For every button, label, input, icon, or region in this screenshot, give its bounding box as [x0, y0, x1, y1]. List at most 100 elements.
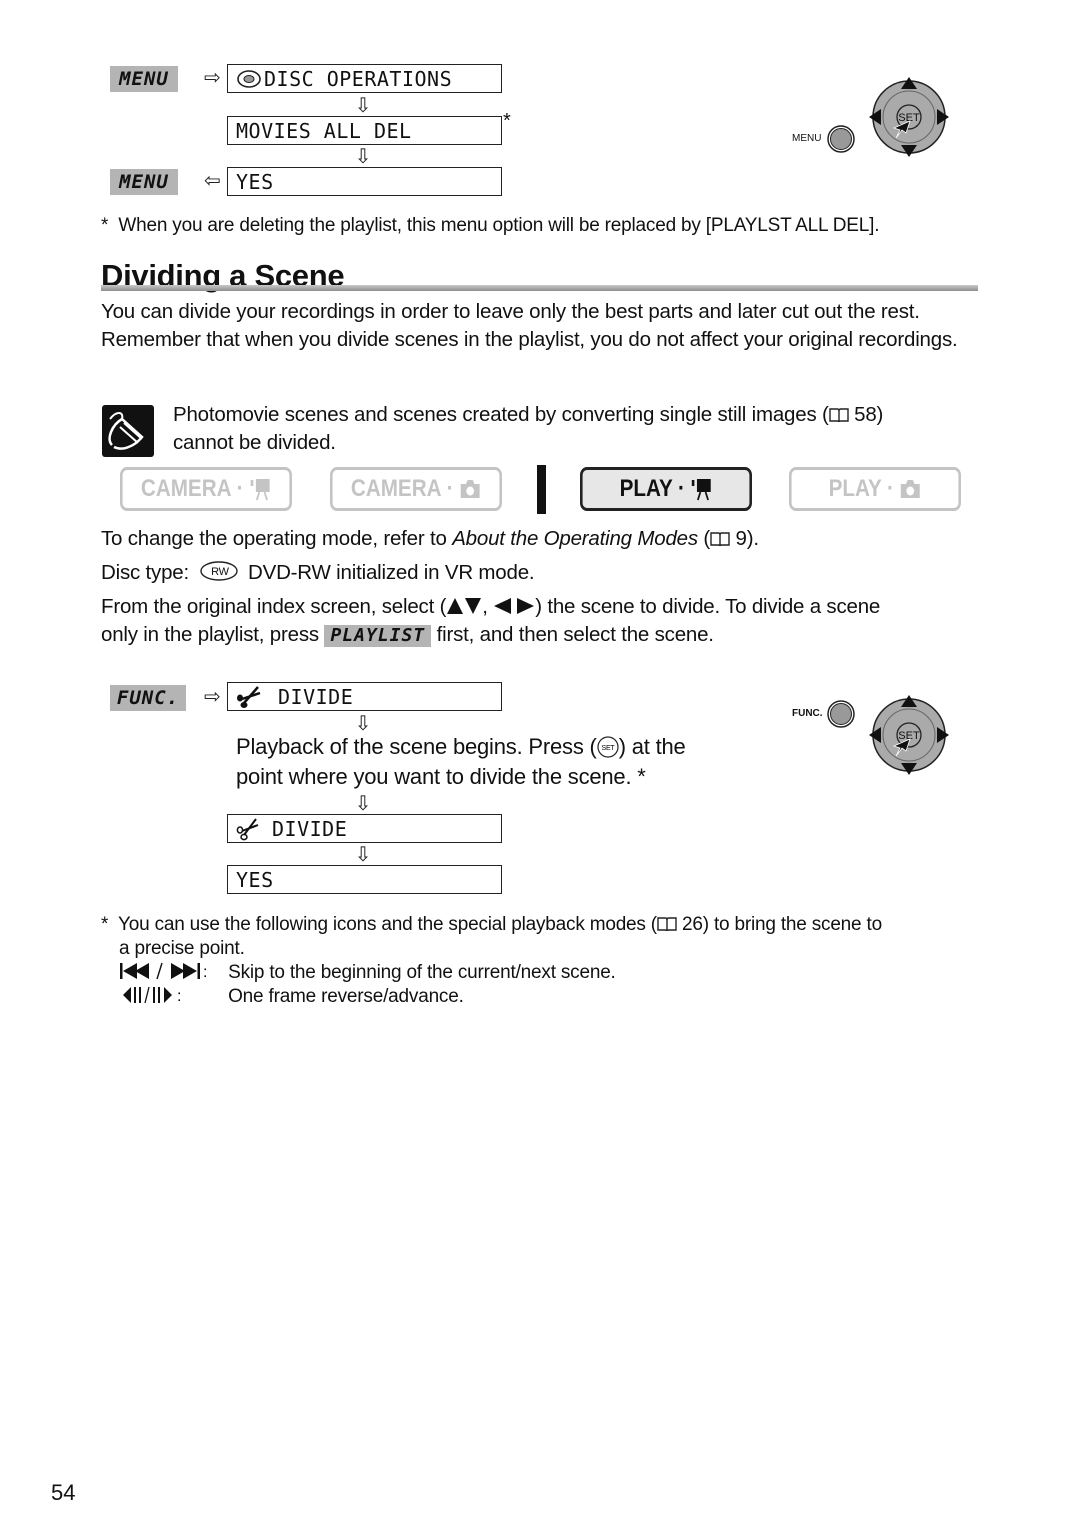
- movie-icon: [691, 479, 711, 501]
- text: (: [697, 527, 711, 550]
- skip-back-forward-icon: :: [120, 962, 207, 981]
- note-text: Photomovie scenes and scenes created by …: [173, 401, 983, 457]
- arrow-left-icon: ⇦: [204, 170, 221, 192]
- mode-play-movie: PLAY ·: [580, 467, 752, 511]
- footnote-mark: *: [101, 914, 109, 935]
- menu-button-label: MENU: [792, 133, 822, 144]
- book-icon: [710, 532, 730, 547]
- footnote-bottom: * You can use the following icons and th…: [101, 913, 991, 937]
- lcd-text: DISC OPERATIONS: [264, 66, 453, 91]
- lcd-text: DIVIDE: [272, 816, 348, 841]
- text: From the original index screen, select (: [101, 595, 447, 618]
- lcd-divide-2: DIVIDE: [227, 814, 502, 843]
- lcd-text: YES: [236, 867, 274, 892]
- text: ) at the: [618, 734, 686, 759]
- menu-button-icon: [827, 125, 855, 153]
- mode-label: PLAY: [828, 475, 882, 502]
- svg-text::: :: [203, 964, 207, 980]
- set-button-icon: SET: [597, 736, 619, 758]
- mode-separator: [537, 465, 546, 514]
- disc-type-line: Disc type: RW DVD-RW initialized in VR m…: [101, 559, 981, 587]
- text: first, and then select the scene.: [436, 623, 714, 646]
- footnote-mark: *: [101, 215, 109, 236]
- mode-label: CAMERA: [350, 475, 442, 502]
- footnote-top: * When you are deleting the playlist, th…: [101, 214, 991, 238]
- playlist-button: PLAYLIST: [324, 625, 432, 647]
- mode-label: CAMERA: [140, 475, 232, 502]
- scissors-icon: [236, 817, 259, 840]
- text: You can use the following icons and the …: [118, 914, 657, 935]
- footnote-item-frame: : One frame reverse/advance.: [119, 985, 979, 1009]
- lcd-text: YES: [236, 169, 274, 194]
- note-line1: Photomovie scenes and scenes created by …: [173, 403, 829, 426]
- text: ,: [482, 595, 488, 618]
- text: point where you want to divide the scene…: [236, 764, 646, 789]
- svg-text:RW: RW: [211, 566, 230, 578]
- page-number: 54: [51, 1480, 76, 1505]
- up-down-arrows-icon: [447, 598, 482, 614]
- book-icon: [657, 917, 677, 932]
- disc-type-value: DVD-RW initialized in VR mode.: [248, 561, 535, 584]
- svg-text::: :: [177, 988, 181, 1004]
- menu-tag: MENU: [110, 66, 178, 92]
- arrow-down-icon: ⇩: [354, 793, 372, 815]
- mode-label: PLAY: [619, 475, 673, 502]
- disc-type-label: Disc type:: [101, 561, 189, 584]
- arrow-right-icon: ⇨: [204, 67, 221, 89]
- left-right-arrows-icon: [494, 598, 535, 614]
- scissors-icon: [237, 685, 261, 708]
- func-control-diagram: FUNC. SET: [790, 694, 955, 776]
- arrow-down-icon: ⇩: [354, 713, 372, 735]
- note-page-ref: 58): [854, 403, 884, 426]
- arrow-down-icon: ⇩: [354, 844, 372, 866]
- lcd-text: MOVIES ALL DEL: [236, 118, 412, 143]
- camera-icon: [460, 480, 480, 498]
- lcd-disc-operations: DISC OPERATIONS: [227, 64, 502, 93]
- dvd-rw-disc-icon: RW: [199, 561, 238, 581]
- playback-instruction: Playback of the scene begins. Press ( SET…: [236, 732, 776, 792]
- section-intro: You can divide your recordings in order …: [101, 300, 958, 351]
- page-ref: 9).: [735, 527, 760, 550]
- func-button-label: FUNC.: [792, 708, 823, 719]
- func-tag: FUNC.: [110, 685, 186, 711]
- camera-icon: [900, 480, 920, 498]
- mode-camera-photo: CAMERA ·: [330, 467, 502, 511]
- lcd-yes-2: YES: [227, 865, 502, 894]
- asterisk-mark: *: [503, 110, 511, 132]
- footnote-text: When you are deleting the playlist, this…: [118, 215, 880, 236]
- footnote-bottom-line2: a precise point.: [119, 938, 245, 959]
- lcd-yes: YES: [227, 167, 502, 196]
- lcd-text: DIVIDE: [278, 684, 354, 709]
- mode-camera-movie: CAMERA ·: [120, 467, 292, 511]
- footnote-item-text: Skip to the beginning of the current/nex…: [228, 962, 616, 983]
- lcd-divide-1: DIVIDE: [227, 682, 502, 711]
- footnote-item-skip: : Skip to the beginning of the current/n…: [119, 961, 979, 985]
- frame-reverse-advance-icon: :: [123, 986, 181, 1005]
- section-title-rule: [101, 285, 978, 291]
- movie-icon: [250, 479, 270, 501]
- func-button-icon: [827, 700, 855, 728]
- book-icon: [828, 408, 849, 423]
- menu-control-diagram: MENU SET: [790, 76, 955, 158]
- text: only in the playlist, press: [101, 623, 319, 646]
- arrow-down-icon: ⇩: [354, 95, 372, 117]
- footnote-item-text: One frame reverse/advance.: [228, 986, 464, 1007]
- menu-tag: MENU: [110, 169, 178, 195]
- arrow-down-icon: ⇩: [354, 146, 372, 168]
- text: Playback of the scene begins. Press (: [236, 734, 597, 759]
- mode-play-photo: PLAY ·: [789, 467, 961, 511]
- operating-mode-line: To change the operating mode, refer to A…: [101, 525, 981, 553]
- note-line2: cannot be divided.: [173, 431, 336, 454]
- svg-text:SET: SET: [601, 745, 615, 752]
- disc-icon: [237, 69, 261, 88]
- set-dial-icon: SET: [869, 77, 949, 157]
- select-scene-text: From the original index screen, select (…: [101, 593, 981, 649]
- text: To change the operating mode, refer to: [101, 527, 453, 550]
- arrow-right-icon: ⇨: [204, 686, 221, 708]
- lcd-movies-all-del: MOVIES ALL DEL: [227, 116, 502, 145]
- set-dial-icon: SET: [869, 695, 949, 775]
- text: 26) to bring the scene to: [682, 914, 882, 935]
- note-pencil-icon: [102, 405, 154, 457]
- text: ) the scene to divide. To divide a scene: [535, 595, 881, 618]
- operating-mode-link: About the Operating Modes: [452, 527, 698, 550]
